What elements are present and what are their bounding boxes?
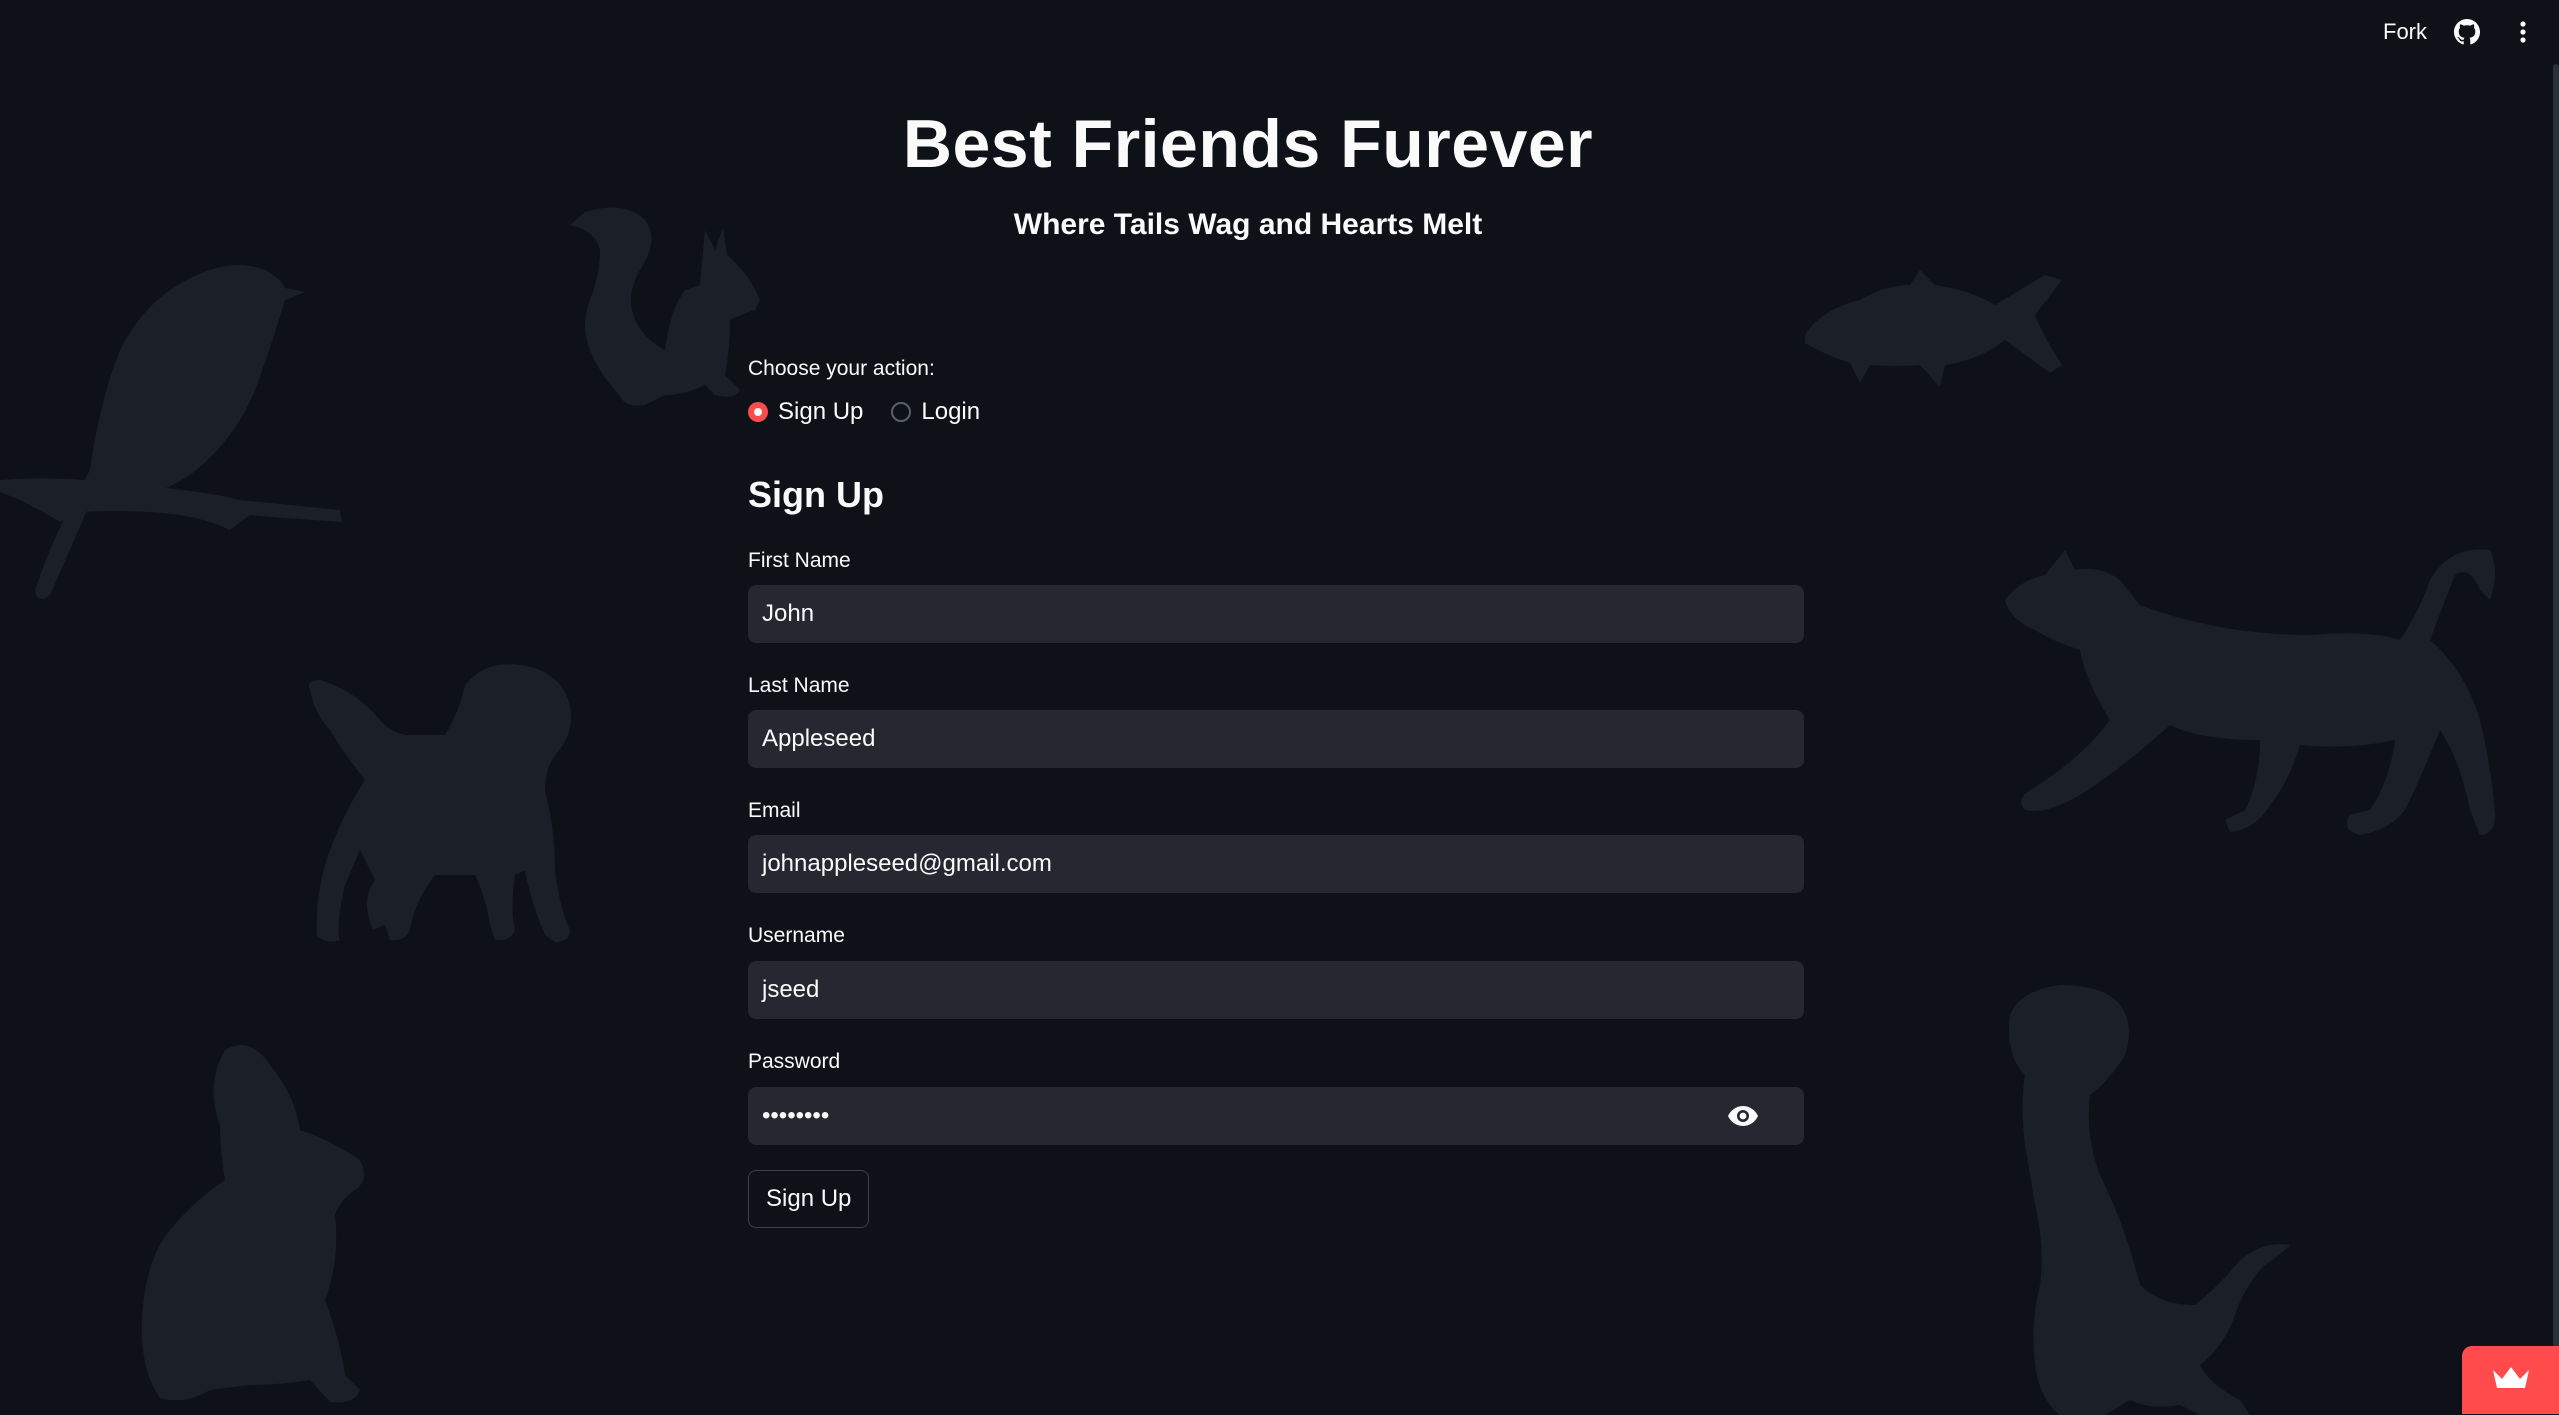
streamlit-badge[interactable] — [2462, 1346, 2559, 1414]
password-label: Password — [748, 1050, 841, 1073]
username-label: Username — [748, 924, 845, 947]
first-name-value: John — [762, 600, 815, 627]
crown-icon — [2491, 1364, 2531, 1397]
last-name-label: Last Name — [748, 674, 850, 697]
cat-silhouette — [2005, 549, 2495, 835]
first-name-field[interactable]: John — [748, 585, 1804, 643]
action-radio-group: Sign Up Login — [748, 398, 980, 426]
radio-unselected-icon[interactable] — [891, 402, 912, 422]
fish-silhouette — [1805, 270, 2062, 387]
password-value: •••••••• — [762, 1102, 830, 1129]
radio-option-sign-up[interactable]: Sign Up — [748, 398, 863, 426]
first-name-label: First Name — [748, 549, 851, 572]
radio-option-label: Login — [921, 398, 981, 425]
rabbit-silhouette — [141, 1045, 364, 1403]
sign-up-submit-button[interactable]: Sign Up — [748, 1170, 870, 1228]
more-vertical-icon[interactable] — [2507, 16, 2539, 48]
bird-silhouette — [0, 265, 342, 599]
form-heading: Sign Up — [748, 474, 884, 515]
radio-selected-icon[interactable] — [748, 402, 768, 422]
github-icon[interactable] — [2451, 16, 2483, 48]
page-title: Best Friends Furever — [902, 106, 1594, 182]
radio-option-login[interactable]: Login — [891, 398, 980, 426]
fork-button[interactable]: Fork — [2383, 19, 2427, 45]
password-field[interactable]: •••••••• — [748, 1087, 1804, 1145]
page-subtitle: Where Tails Wag and Hearts Melt — [1013, 208, 1483, 241]
radio-option-label: Sign Up — [778, 398, 864, 425]
email-field[interactable]: johnappleseed@gmail.com — [748, 835, 1804, 893]
sitting-dog-silhouette — [2009, 985, 2290, 1415]
email-label: Email — [748, 799, 801, 822]
eye-icon[interactable] — [1726, 1099, 1760, 1133]
username-value: jseed — [762, 976, 820, 1003]
last-name-value: Appleseed — [762, 725, 876, 752]
username-field[interactable]: jseed — [748, 961, 1804, 1019]
app-toolbar: Fork — [2383, 14, 2539, 50]
page-scrollbar[interactable] — [2553, 64, 2559, 1404]
action-radio-label: Choose your action: — [748, 357, 935, 380]
email-value: johnappleseed@gmail.com — [762, 850, 1052, 877]
last-name-field[interactable]: Appleseed — [748, 710, 1804, 768]
dog-silhouette — [308, 664, 571, 942]
